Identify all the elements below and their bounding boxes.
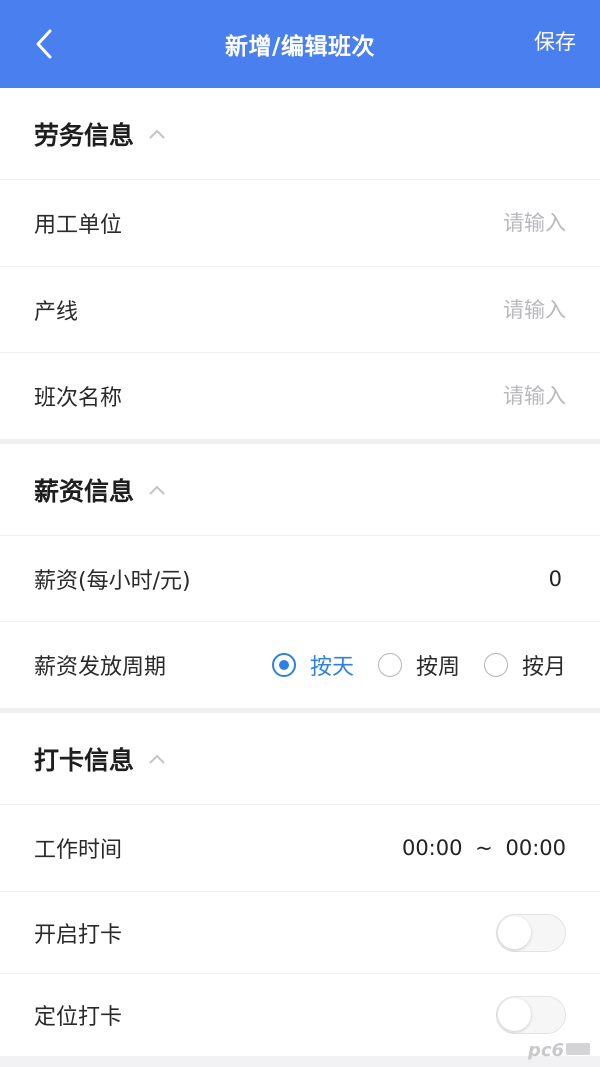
pay-period-row: 薪资发放周期 按天 按周 按月 [0,622,600,708]
work-time-start[interactable]: 00:00 [402,836,463,860]
work-time-range[interactable]: 00:00 ~ 00:00 [402,836,566,860]
shift-name-label: 班次名称 [34,386,123,411]
page-title: 新增/编辑班次 [225,34,375,60]
radio-weekly[interactable]: 按周 [377,649,460,681]
chevron-left-icon [36,29,52,59]
section-title: 劳务信息 [34,120,135,150]
work-time-label: 工作时间 [34,838,123,863]
svg-text:pc6: pc6 [527,1040,564,1061]
work-time-separator: ~ [475,836,493,860]
save-button[interactable]: 保存 [534,26,576,56]
radio-selected-icon [271,653,296,677]
employer-row: 用工单位 [0,180,600,267]
nav-bar: 新增/编辑班次 保存 [0,0,600,88]
watermark-logo: pc6 [522,1035,592,1063]
radio-unselected-icon [377,653,402,677]
clock-info-header[interactable]: 打卡信息 [0,713,600,805]
work-time-end[interactable]: 00:00 [505,836,566,860]
location-clock-toggle[interactable] [496,996,566,1034]
back-button[interactable] [22,22,66,66]
employer-input[interactable] [386,211,566,235]
enable-clock-label: 开启打卡 [34,922,123,948]
labor-info-header[interactable]: 劳务信息 [0,88,600,180]
radio-label: 按周 [415,655,460,680]
section-title: 打卡信息 [34,745,135,775]
hourly-wage-label: 薪资(每小时/元) [34,568,191,594]
work-time-row: 工作时间 00:00 ~ 00:00 [0,805,600,892]
toggle-knob [498,998,531,1031]
hourly-wage-row: 薪资(每小时/元) 0 [0,536,600,622]
shift-name-input[interactable] [386,384,566,408]
section-title: 薪资信息 [34,476,135,506]
location-clock-row: 定位打卡 [0,974,600,1056]
chevron-up-icon[interactable] [148,753,166,765]
enable-clock-row: 开启打卡 [0,892,600,974]
app-screen: 新增/编辑班次 保存 劳务信息 用工单位 产线 班次名称 薪资信息 [0,0,600,1067]
enable-clock-toggle[interactable] [496,913,566,952]
production-line-label: 产线 [34,299,79,325]
location-clock-label: 定位打卡 [34,1005,123,1030]
employer-label: 用工单位 [34,213,123,238]
labor-info-section: 劳务信息 用工单位 产线 班次名称 [0,88,600,439]
chevron-up-icon[interactable] [148,128,166,140]
hourly-wage-value[interactable]: 0 [549,567,562,591]
salary-info-section: 薪资信息 薪资(每小时/元) 0 薪资发放周期 按天 按周 按月 [0,444,600,708]
production-line-row: 产线 [0,267,600,353]
toggle-knob [498,915,531,949]
radio-label: 按天 [309,655,354,680]
radio-daily[interactable]: 按天 [271,649,354,681]
radio-monthly[interactable]: 按月 [483,649,566,681]
production-line-input[interactable] [386,297,566,322]
pay-period-label: 薪资发放周期 [34,655,167,680]
radio-unselected-icon [483,653,508,677]
radio-label: 按月 [521,655,566,680]
shift-name-row: 班次名称 [0,353,600,439]
salary-info-header[interactable]: 薪资信息 [0,444,600,536]
clock-info-section: 打卡信息 工作时间 00:00 ~ 00:00 开启打卡 定位打卡 [0,713,600,1056]
chevron-up-icon[interactable] [148,484,166,496]
pay-period-radio-group: 按天 按周 按月 [271,649,566,681]
